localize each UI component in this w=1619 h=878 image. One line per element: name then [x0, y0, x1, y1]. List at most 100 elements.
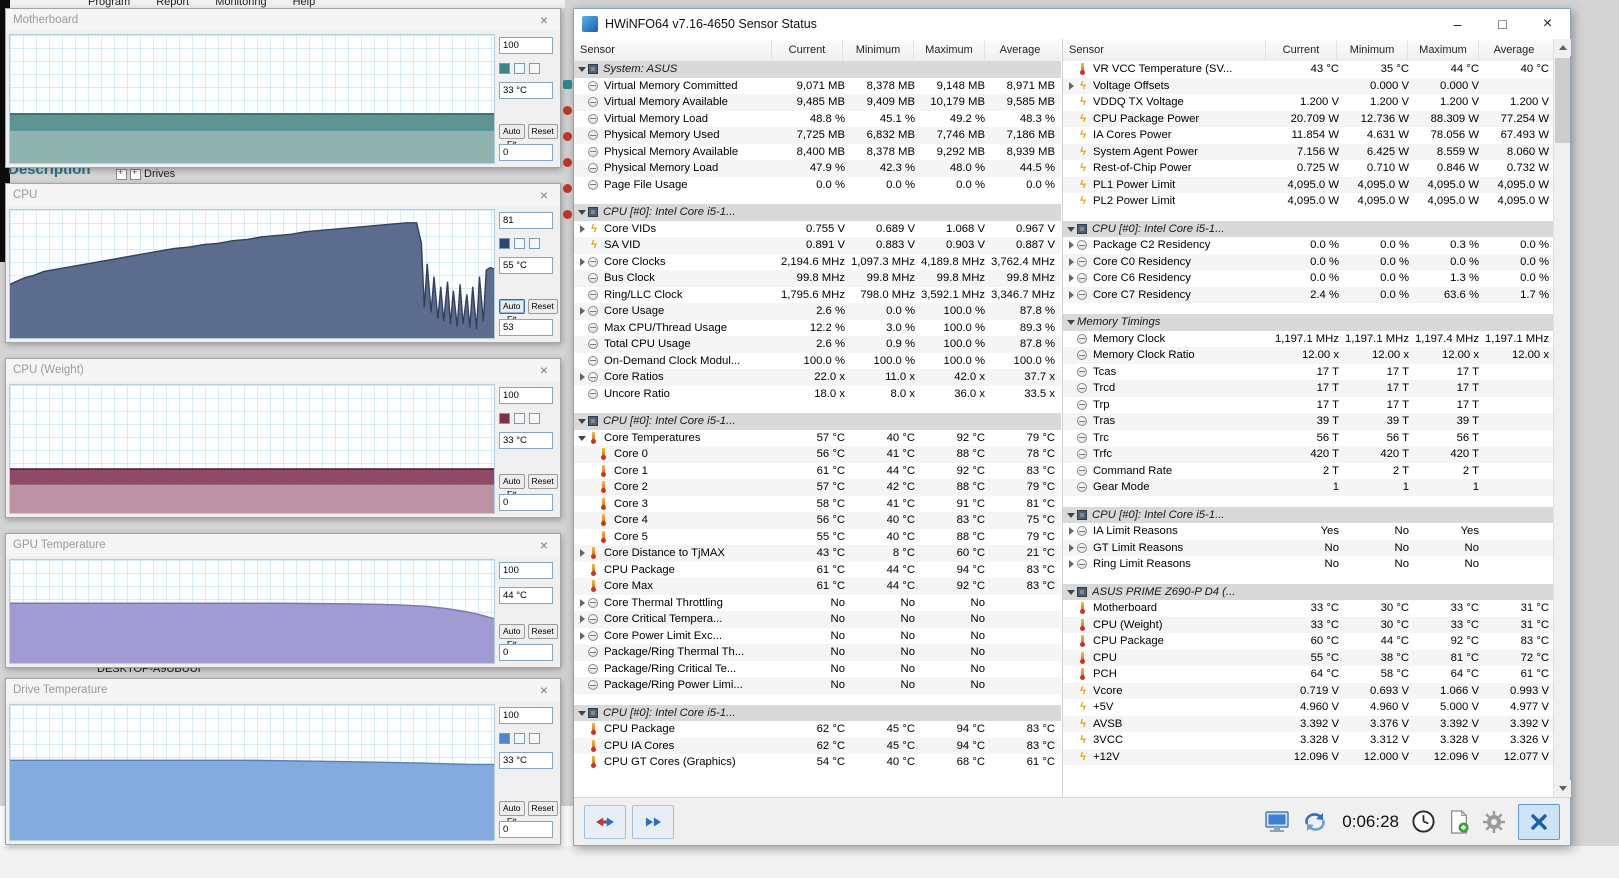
- scale-max-field[interactable]: 81: [499, 212, 553, 229]
- sensor-row[interactable]: Uncore Ratio18.0 x8.0 x36.0 x33.5 x: [574, 386, 1061, 403]
- sensor-row[interactable]: Core Thermal ThrottlingNoNoNo: [574, 595, 1061, 612]
- scroll-up-arrow[interactable]: [1554, 39, 1571, 56]
- sensor-row[interactable]: CPU IA Cores62 °C45 °C94 °C83 °C: [574, 738, 1061, 755]
- auto-fit-button[interactable]: Auto Fit: [499, 474, 525, 489]
- window-titlebar[interactable]: HWiNFO64 v7.16-4650 Sensor Status – □ ×: [574, 9, 1570, 39]
- sensor-row[interactable]: Bus Clock99.8 MHz99.8 MHz99.8 MHz99.8 MH…: [574, 270, 1061, 287]
- minimize-button[interactable]: –: [1435, 9, 1480, 39]
- close-icon[interactable]: ×: [535, 537, 553, 553]
- sensor-row[interactable]: CPU GT Cores (Graphics)54 °C40 °C68 °C61…: [574, 754, 1061, 771]
- sensor-row[interactable]: Core Critical Tempera...NoNoNo: [574, 611, 1061, 628]
- scale-max-field[interactable]: 100: [499, 387, 553, 404]
- sensor-row[interactable]: Package/Ring Power Limi...NoNoNo: [574, 677, 1061, 694]
- swap-columns-button[interactable]: [584, 805, 626, 839]
- sensor-row[interactable]: Physical Memory Available8,400 MB8,378 M…: [574, 144, 1061, 161]
- scale-max-field[interactable]: 100: [499, 707, 553, 724]
- sensor-row[interactable]: Command Rate2 T2 T2 T: [1063, 463, 1555, 480]
- chevron-right-icon[interactable]: [577, 597, 588, 609]
- settings-button[interactable]: [1482, 810, 1506, 834]
- sensor-row[interactable]: Core C6 Residency0.0 %0.0 %1.3 %0.0 %: [1063, 270, 1555, 287]
- sensor-row[interactable]: Core VIDs0.755 V0.689 V1.068 V0.967 V: [574, 221, 1061, 238]
- series-color-swatch[interactable]: [514, 413, 525, 424]
- sensor-row[interactable]: Core Power Limit Exc...NoNoNo: [574, 628, 1061, 645]
- sensor-row[interactable]: Core 555 °C40 °C88 °C79 °C: [574, 529, 1061, 546]
- graph-window-titlebar[interactable]: CPU ×: [6, 184, 560, 206]
- sensor-row[interactable]: Core 358 °C41 °C91 °C81 °C: [574, 496, 1061, 513]
- sensor-group-row[interactable]: System: ASUS: [574, 61, 1061, 78]
- sensor-row[interactable]: Package C2 Residency0.0 %0.0 %0.3 %0.0 %: [1063, 237, 1555, 254]
- sensor-row[interactable]: GT Limit ReasonsNoNoNo: [1063, 540, 1555, 557]
- sensor-row[interactable]: Core Usage2.6 %0.0 %100.0 %87.8 %: [574, 303, 1061, 320]
- sensor-row[interactable]: Core Ratios22.0 x11.0 x42.0 x37.7 x: [574, 369, 1061, 386]
- sensor-row[interactable]: +12V12.096 V12.000 V12.096 V12.077 V: [1063, 749, 1555, 766]
- current-value-field[interactable]: 55 °C: [499, 257, 553, 274]
- chevron-down-icon[interactable]: [577, 63, 588, 75]
- sensor-row[interactable]: Trp17 T17 T17 T: [1063, 397, 1555, 414]
- sensor-row[interactable]: Motherboard33 °C30 °C33 °C31 °C: [1063, 600, 1555, 617]
- sensor-row[interactable]: Package/Ring Critical Te...NoNoNo: [574, 661, 1061, 678]
- scrollbar-thumb[interactable]: [1555, 58, 1570, 143]
- chevron-right-icon[interactable]: [577, 630, 588, 642]
- sensor-group-row[interactable]: CPU [#0]: Intel Core i5-1...: [1063, 221, 1555, 238]
- chevron-down-icon[interactable]: [1066, 223, 1077, 235]
- sensor-row[interactable]: Ring/LLC Clock1,795.6 MHz798.0 MHz3,592.…: [574, 287, 1061, 304]
- series-color-swatch[interactable]: [529, 238, 540, 249]
- sensor-row[interactable]: Core 456 °C40 °C83 °C75 °C: [574, 512, 1061, 529]
- sensor-group-row[interactable]: ASUS PRIME Z690-P D4 (...: [1063, 584, 1555, 601]
- scale-max-field[interactable]: 100: [499, 37, 553, 54]
- sensor-row[interactable]: Virtual Memory Load48.8 %45.1 %49.2 %48.…: [574, 111, 1061, 128]
- sensor-row[interactable]: AVSB3.392 V3.376 V3.392 V3.392 V: [1063, 716, 1555, 733]
- auto-fit-button[interactable]: Auto Fit: [499, 299, 525, 314]
- reset-button[interactable]: Reset: [528, 474, 558, 489]
- sensor-row[interactable]: VDDQ TX Voltage1.200 V1.200 V1.200 V1.20…: [1063, 94, 1555, 111]
- sensor-row[interactable]: Trfc420 T420 T420 T: [1063, 446, 1555, 463]
- scroll-down-arrow[interactable]: [1554, 780, 1571, 797]
- menu-item-monitoring[interactable]: Monitoring: [215, 0, 266, 8]
- forward-columns-button[interactable]: [632, 805, 674, 839]
- reset-clock-button[interactable]: [1411, 809, 1436, 834]
- refresh-sensors-button[interactable]: [1302, 810, 1328, 834]
- chevron-right-icon[interactable]: [1066, 525, 1077, 537]
- series-color-swatch[interactable]: [514, 238, 525, 249]
- sensor-row[interactable]: Core C0 Residency0.0 %0.0 %0.0 %0.0 %: [1063, 254, 1555, 271]
- sensor-group-row[interactable]: Memory Timings: [1063, 314, 1555, 331]
- sensor-row[interactable]: CPU Package62 °C45 °C94 °C83 °C: [574, 721, 1061, 738]
- sensor-row[interactable]: IA Limit ReasonsYesNoYes: [1063, 523, 1555, 540]
- sensor-row[interactable]: Rest-of-Chip Power0.725 W0.710 W0.846 W0…: [1063, 160, 1555, 177]
- sensor-row[interactable]: CPU Package61 °C44 °C94 °C83 °C: [574, 562, 1061, 579]
- remote-monitor-button[interactable]: [1264, 810, 1290, 834]
- series-color-swatch[interactable]: [499, 63, 510, 74]
- sensor-row[interactable]: Core 161 °C44 °C92 °C83 °C: [574, 463, 1061, 480]
- sensor-row[interactable]: Tras39 T39 T39 T: [1063, 413, 1555, 430]
- sensor-row[interactable]: Core C7 Residency2.4 %0.0 %63.6 %1.7 %: [1063, 287, 1555, 304]
- sensor-row[interactable]: Core 056 °C41 °C88 °C78 °C: [574, 446, 1061, 463]
- tree-expand-icon[interactable]: [116, 169, 127, 180]
- sensor-row[interactable]: Total CPU Usage2.6 %0.9 %100.0 %87.8 %: [574, 336, 1061, 353]
- close-sensors-button[interactable]: [1518, 804, 1560, 840]
- sensor-row[interactable]: Memory Clock1,197.1 MHz1,197.1 MHz1,197.…: [1063, 331, 1555, 348]
- menu-item-help[interactable]: Help: [293, 0, 316, 8]
- current-value-field[interactable]: 33 °C: [499, 752, 553, 769]
- chevron-right-icon[interactable]: [577, 305, 588, 317]
- maximize-button[interactable]: □: [1480, 9, 1525, 39]
- sensor-row[interactable]: IA Cores Power11.854 W4.631 W78.056 W67.…: [1063, 127, 1555, 144]
- sensor-row[interactable]: PL2 Power Limit4,095.0 W4,095.0 W4,095.0…: [1063, 193, 1555, 210]
- sensor-row[interactable]: 3VCC3.328 V3.312 V3.328 V3.326 V: [1063, 732, 1555, 749]
- sensor-row[interactable]: Core Temperatures57 °C40 °C92 °C79 °C: [574, 430, 1061, 447]
- sensor-row[interactable]: Core Clocks2,194.6 MHz1,097.3 MHz4,189.8…: [574, 254, 1061, 271]
- chevron-right-icon[interactable]: [1066, 558, 1077, 570]
- sensor-row[interactable]: VR VCC Temperature (SV...43 °C35 °C44 °C…: [1063, 61, 1555, 78]
- sensor-row[interactable]: On-Demand Clock Modul...100.0 %100.0 %10…: [574, 353, 1061, 370]
- close-icon[interactable]: ×: [535, 12, 553, 28]
- auto-fit-button[interactable]: Auto Fit: [499, 124, 525, 139]
- chevron-down-icon[interactable]: [1066, 586, 1077, 598]
- sensor-row[interactable]: Core Max61 °C44 °C92 °C83 °C: [574, 578, 1061, 595]
- chevron-right-icon[interactable]: [1066, 239, 1077, 251]
- scale-min-field[interactable]: 53: [499, 319, 553, 336]
- chevron-down-icon[interactable]: [577, 206, 588, 218]
- current-value-field[interactable]: 44 °C: [499, 587, 553, 604]
- series-color-swatch[interactable]: [529, 413, 540, 424]
- chevron-down-icon[interactable]: [577, 432, 588, 444]
- chevron-right-icon[interactable]: [577, 547, 588, 559]
- chevron-down-icon[interactable]: [577, 707, 588, 719]
